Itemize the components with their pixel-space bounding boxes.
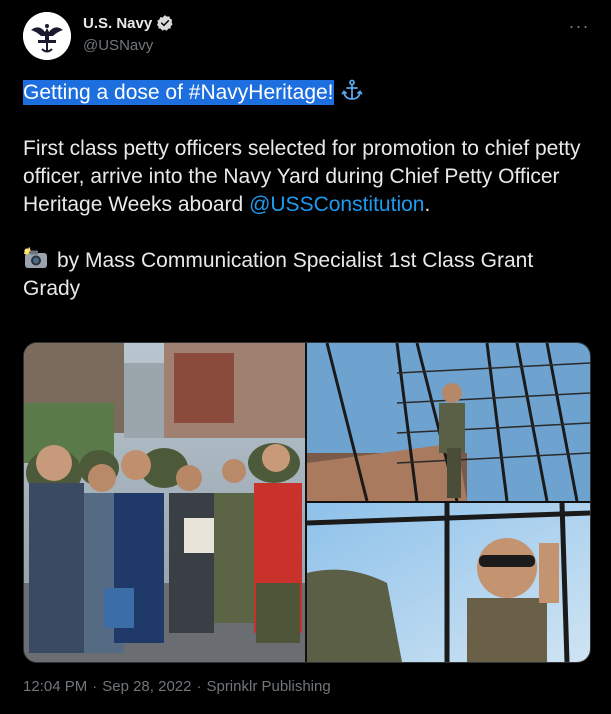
anchor-icon [341,79,362,100]
camera-flash-icon [23,247,47,268]
media-grid[interactable] [23,342,591,663]
tweet-meta: 12:04 PM · Sep 28, 2022 · Sprinklr Publi… [23,678,331,695]
rigging-climb-image [307,343,590,501]
meta-separator: · [92,678,98,695]
display-name[interactable]: U.S. Navy [83,15,152,32]
more-options-icon[interactable]: ··· [566,16,592,36]
author-name-row[interactable]: U.S. Navy [83,14,174,32]
tweet-text: Getting a dose of #NavyHeritage! First c… [23,78,593,303]
navy-eagle-seal-icon [23,12,71,60]
tweet-time[interactable]: 12:04 PM [23,678,87,695]
avatar[interactable] [23,12,71,60]
tweet-body-end: . [424,193,431,216]
tweet-card: U.S. Navy @USNavy ··· Getting a dose of … [0,0,611,714]
meta-separator: · [196,678,202,695]
sailors-walking-photo[interactable] [24,343,305,662]
photo-credit: by Mass Communication Specialist 1st Cla… [23,249,534,300]
tweet-source[interactable]: Sprinklr Publishing [206,678,330,695]
verified-badge-icon [157,15,173,31]
sailors-walking-image [24,343,305,662]
sailor-climbing-rigging-photo[interactable] [307,343,590,501]
mention-link[interactable]: @USSConstitution [249,193,424,216]
tweet-date[interactable]: Sep 28, 2022 [102,678,191,695]
tweet-headline: Getting a dose of #NavyHeritage! [23,80,334,105]
sailor-sunglasses-rigging-photo[interactable] [307,503,590,662]
author-handle[interactable]: @USNavy [83,37,153,54]
sunglasses-sailor-image [307,503,590,662]
